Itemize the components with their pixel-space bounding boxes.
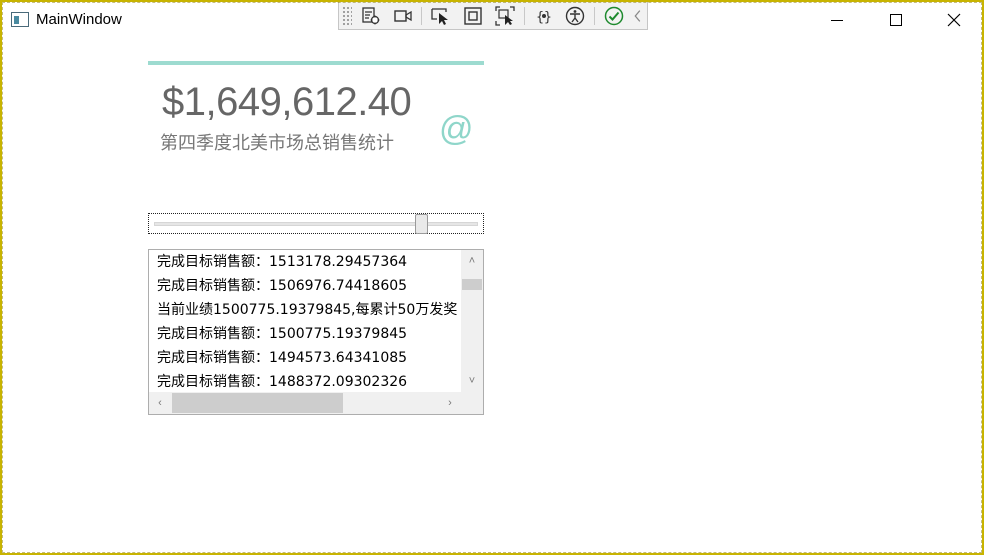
scroll-right-arrow-icon[interactable]: › <box>441 392 459 414</box>
check-icon <box>604 6 624 25</box>
minimize-button[interactable] <box>808 2 866 38</box>
close-button[interactable] <box>925 2 983 38</box>
list-item[interactable]: 完成目标销售额：1506976.74418605 <box>149 274 461 298</box>
accessibility-checker-icon <box>566 6 585 25</box>
accessibility-checker-button[interactable] <box>562 4 588 28</box>
card-accent-line <box>148 61 484 65</box>
display-layout-adorners-button[interactable] <box>460 4 486 28</box>
live-visual-tree-button[interactable] <box>358 4 384 28</box>
select-element-button[interactable] <box>428 4 454 28</box>
list-item[interactable]: 完成目标销售额：1494573.64341085 <box>149 346 461 370</box>
scrollbar-corner <box>461 392 483 414</box>
list-item[interactable]: 当前业绩1500775.19379845,每累计50万发奖 <box>149 298 461 322</box>
window-title: MainWindow <box>36 11 122 28</box>
horizontal-scrollbar[interactable]: ‹ › <box>149 392 461 414</box>
toolbar-separator <box>594 6 596 25</box>
list-item[interactable]: 完成目标销售额：1488372.09302326 <box>149 370 461 392</box>
minimize-icon <box>831 19 843 21</box>
track-focused-element-icon <box>495 5 515 26</box>
main-window: MainWindow $1,649,612.40 第四季度北美市场总销售统计 @… <box>0 0 984 555</box>
record-button[interactable] <box>390 4 416 28</box>
sales-amount: $1,649,612.40 <box>162 80 412 124</box>
horizontal-scroll-thumb[interactable] <box>172 393 343 413</box>
at-icon: @ <box>439 110 474 148</box>
live-visual-tree-icon <box>362 6 380 24</box>
vertical-scroll-thumb[interactable] <box>462 279 482 290</box>
sales-slider[interactable] <box>148 213 484 234</box>
wpf-debug-toolbar: {} <box>338 2 648 30</box>
slider-thumb[interactable] <box>415 214 428 234</box>
select-element-icon <box>431 7 449 25</box>
scroll-up-arrow-icon[interactable]: ˄ <box>461 252 483 270</box>
list-item[interactable]: 完成目标销售额：1500775.19379845 <box>149 322 461 346</box>
list-items: 完成目标销售额：1513178.29457364 完成目标销售额：1506976… <box>149 250 461 392</box>
collapse-toolbar-button[interactable] <box>629 4 647 28</box>
scroll-down-arrow-icon[interactable]: ˅ <box>461 372 483 390</box>
sales-subtitle: 第四季度北美市场总销售统计 <box>160 133 394 153</box>
toolbar-separator <box>421 6 423 25</box>
sales-log-list[interactable]: 完成目标销售额：1513178.29457364 完成目标销售额：1506976… <box>148 249 484 415</box>
maximize-icon <box>890 14 902 26</box>
toolbar-grip[interactable] <box>342 5 352 26</box>
collapse-chevron-icon <box>634 9 641 22</box>
hot-reload-status-button[interactable] <box>601 4 627 28</box>
list-item[interactable]: 完成目标销售额：1513178.29457364 <box>149 250 461 274</box>
slider-track[interactable] <box>154 222 478 226</box>
record-icon <box>393 9 412 22</box>
close-icon <box>947 13 961 27</box>
binding-failures-icon: {} <box>536 10 552 25</box>
vertical-scrollbar[interactable]: ˄ ˅ <box>461 250 483 392</box>
toolbar-separator <box>523 6 525 25</box>
app-icon <box>11 12 29 27</box>
maximize-button[interactable] <box>867 2 925 38</box>
track-focused-element-button[interactable] <box>492 4 518 28</box>
display-layout-adorners-icon <box>464 6 482 25</box>
binding-failures-button[interactable]: {} <box>531 4 557 28</box>
scroll-left-arrow-icon[interactable]: ‹ <box>151 392 169 414</box>
